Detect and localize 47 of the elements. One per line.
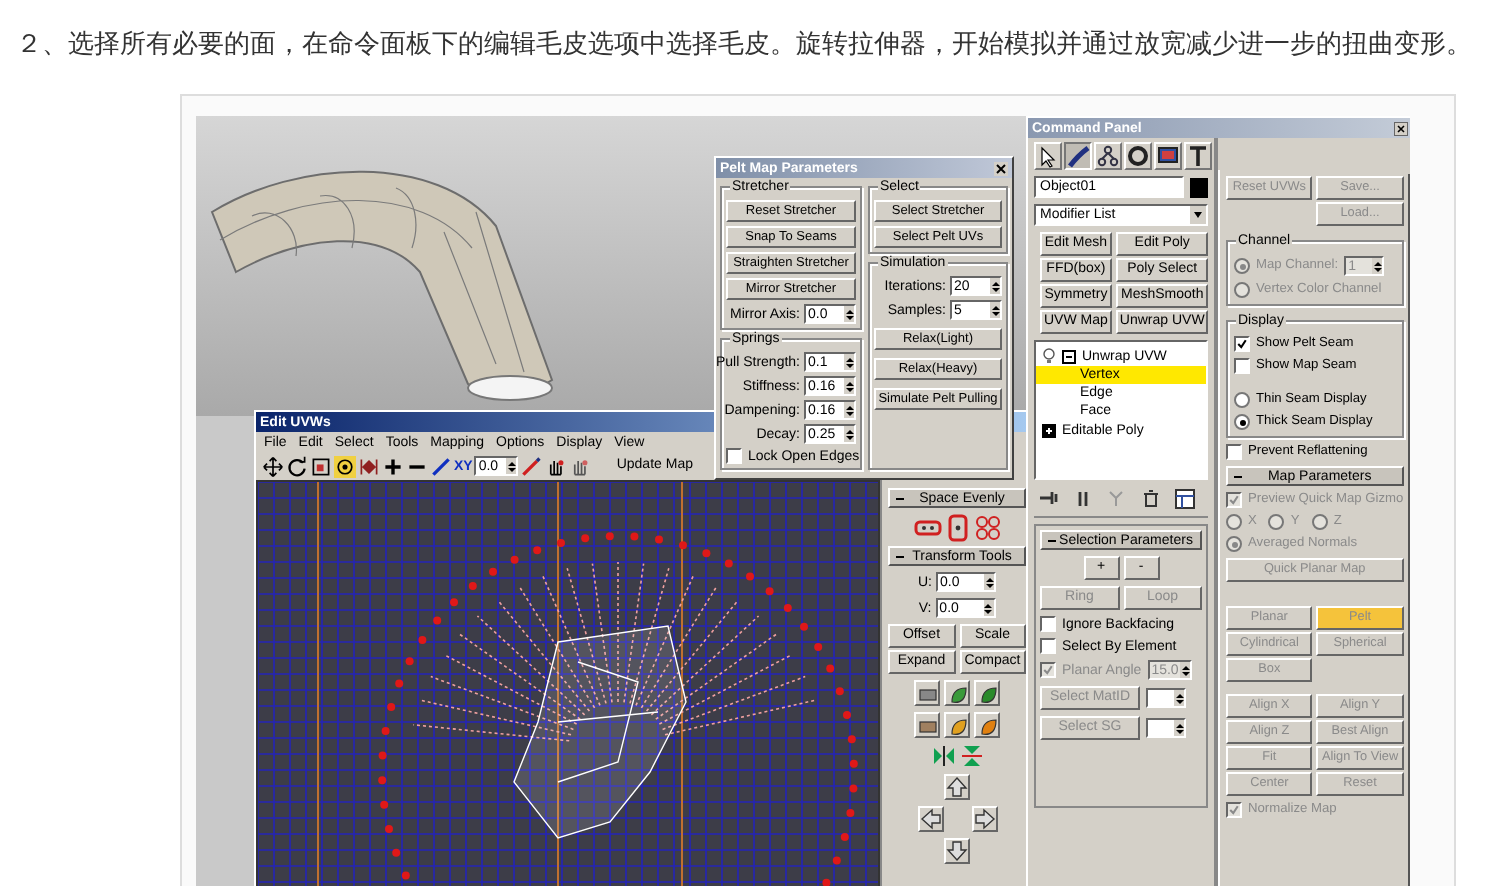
pin-icon[interactable] [1038,488,1060,510]
panel-icon[interactable] [1174,488,1196,510]
arrow-right-icon[interactable] [973,808,995,830]
leaf-icon[interactable] [975,681,999,705]
pointer-icon[interactable] [1036,144,1060,168]
checkbox[interactable] [1040,638,1056,654]
checkbox[interactable] [1234,358,1250,374]
mirror-icon[interactable] [358,455,380,477]
bend-icon[interactable] [1066,144,1090,168]
checkbox[interactable] [1226,444,1242,460]
step-instruction: ２、选择所有必要的面，在命令面板下的编辑毛皮选项中选择毛皮。旋转拉伸器，开始模拟并通过放宽减少进一步的扭曲变形。 [16,28,1474,64]
checkbox[interactable] [1234,336,1250,352]
spinner-field[interactable] [1146,688,1186,708]
trash-icon[interactable] [1140,488,1162,510]
checkbox[interactable] [726,448,742,464]
arrow-down-icon[interactable] [946,840,968,862]
plus-icon[interactable] [382,455,404,477]
checkbox[interactable] [1040,616,1056,632]
spinner-field[interactable] [1146,718,1186,738]
monitor-icon[interactable] [1156,144,1180,168]
line-icon[interactable] [430,455,452,477]
leaf-icon[interactable] [945,681,969,705]
circle-icon[interactable] [1126,144,1150,168]
collapse-icon[interactable] [1062,349,1076,363]
cluster-icon[interactable] [973,513,1001,541]
leaf-icon[interactable] [945,713,969,737]
move-icon[interactable] [262,455,284,477]
hammer-icon[interactable] [1186,144,1210,168]
radio-button[interactable] [1234,414,1250,430]
flip-horizontal-icon[interactable] [931,744,955,768]
freeform-icon[interactable] [334,455,356,477]
close-icon[interactable] [994,161,1008,175]
color-swatch[interactable] [1190,177,1208,197]
leaf-icon[interactable] [975,713,999,737]
flip-vertical-icon[interactable] [959,744,983,768]
hand-icon[interactable] [544,455,567,477]
rotate-icon[interactable] [286,455,308,477]
radio-button[interactable] [1234,392,1250,408]
close-icon[interactable] [1394,121,1408,135]
arrow-left-icon[interactable] [919,808,941,830]
chain-icon[interactable] [943,513,971,541]
pen-icon[interactable] [520,455,543,477]
scale-icon[interactable] [310,455,332,477]
hierarchy-icon[interactable] [1096,144,1120,168]
expand-icon[interactable] [1042,423,1056,437]
arrow-up-icon[interactable] [946,776,968,798]
light-bulb-icon[interactable] [1042,348,1056,364]
